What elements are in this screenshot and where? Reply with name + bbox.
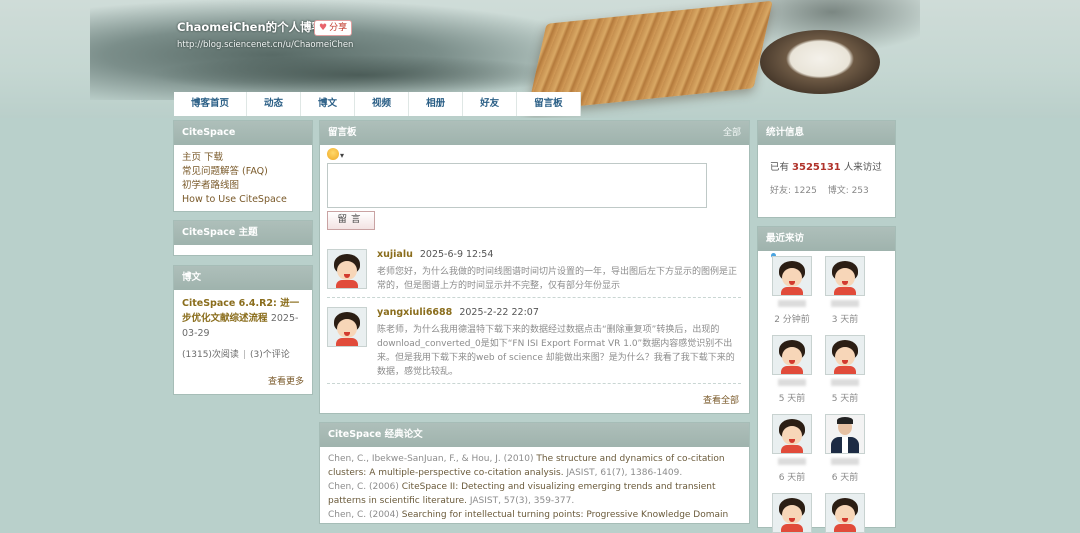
posts-panel: 博文 CiteSpace 6.4.R2: 进一步优化文献综述流程 2025-03… [173,265,313,395]
nav-videos[interactable]: 视频 [355,92,410,116]
avatar[interactable] [772,335,812,375]
citespace-theme-panel: CiteSpace 主题 [173,220,313,256]
visitor-time: 6 天前 [831,473,859,483]
see-more-link[interactable]: 查看更多 [182,374,304,387]
stats-panel-title: 统计信息 [758,121,895,145]
blog-url[interactable]: http://blog.sciencenet.cn/u/ChaomeiChen [177,40,353,50]
paper-title-link[interactable]: Searching for intellectual turning point… [402,510,728,520]
header-inkstone-art [760,30,880,94]
friend-post-counts: 好友: 1225 博文: 253 [770,183,887,196]
post-read-count: (1315)次阅读 [182,350,239,360]
visit-count: 3525131 [792,162,841,173]
visitor-item[interactable]: 2 分钟前 [772,256,812,325]
avatar[interactable] [825,493,865,533]
visitor-item[interactable]: 6 天前 [825,414,865,483]
stats-panel: 统计信息 已有 3525131 人来访过 好友: 1225 博文: 253 [757,120,896,218]
share-label: 分享 [329,23,348,33]
citespace-theme-title: CiteSpace 主题 [174,221,312,245]
post-comment-count[interactable]: (3)个评论 [250,350,290,360]
classic-papers-title: CiteSpace 经典论文 [320,423,749,447]
post-count: 博文: 253 [827,186,869,196]
visitor-item[interactable]: 5 天前 [825,335,865,404]
avatar[interactable] [825,414,865,454]
comment-item: yangxiuli6688 2025-2-22 22:07 陈老师，为什么我用德… [327,307,741,384]
avatar[interactable] [825,335,865,375]
visitor-name-blurred [778,379,806,386]
visitor-item[interactable] [825,493,865,533]
nav-friends[interactable]: 好友 [463,92,518,116]
citespace-link-faq[interactable]: 常见问题解答 (FAQ) [182,165,304,179]
nav-posts[interactable]: 博文 [301,92,356,116]
citespace-link-home[interactable]: 主页 下载 [182,151,304,165]
post-entry: CiteSpace 6.4.R2: 进一步优化文献综述流程 2025-03-29 [182,296,304,341]
visitor-name-blurred [778,458,806,465]
citespace-link-howto[interactable]: How to Use CiteSpace [182,193,304,207]
citespace-link-roadmap[interactable]: 初学者路线图 [182,179,304,193]
smiley-icon[interactable] [327,148,339,160]
comment-meta: xujialu 2025-6-9 12:54 [377,249,493,260]
visitor-name-blurred [831,458,859,465]
visitor-item[interactable]: 6 天前 [772,414,812,483]
comment-text: 陈老师，为什么我用德温特下载下来的数据经过数据点击“删除重复项”转换后，出现的d… [377,325,735,377]
classic-papers-panel: CiteSpace 经典论文 Chen, C., Ibekwe-SanJuan,… [319,422,750,524]
nav-albums[interactable]: 相册 [409,92,464,116]
avatar[interactable] [772,414,812,454]
visitor-time: 5 天前 [831,394,859,404]
comment-username[interactable]: yangxiuli6688 [377,307,452,318]
header-mist-art [150,55,570,95]
citespace-panel-title: CiteSpace [174,121,312,145]
paper-source: JASIST, 57(3), 359-377. [467,496,575,506]
blog-title[interactable]: ChaomeiChen的个人博客 [177,19,323,35]
posts-panel-title: 博文 [174,266,312,290]
divider: | [242,350,246,360]
avatar[interactable] [327,307,367,347]
heart-icon: ♥ [319,23,328,33]
view-all-link[interactable]: 查看全部 [703,393,739,406]
visitor-item[interactable]: 5 天前 [772,335,812,404]
comment-time: 2025-6-9 12:54 [419,249,494,260]
visit-count-line: 已有 3525131 人来访过 [770,159,887,173]
visitor-item[interactable] [772,493,812,533]
comment-meta: yangxiuli6688 2025-2-22 22:07 [377,307,539,318]
recent-visitors-title: 最近来访 [758,227,895,251]
visitor-time: 6 天前 [778,473,806,483]
visitor-name-blurred [831,300,859,307]
guestbook-message-input[interactable] [327,163,707,208]
share-button[interactable]: ♥ 分享 [314,20,353,36]
visitor-time: 2 分钟前 [774,315,810,325]
comment-username[interactable]: xujialu [377,249,413,260]
paper-source: JASIST, 61(7), 1386-1409. [563,468,683,478]
visitor-name-blurred [831,379,859,386]
nav-activity[interactable]: 动态 [247,92,302,116]
visit-suffix: 人来访过 [840,162,882,173]
avatar[interactable] [327,249,367,289]
paper-item: Chen, C., Ibekwe-SanJuan, F., & Hou, J. … [328,452,741,480]
guestbook-all-link[interactable]: 全部 [723,121,741,145]
visitor-name-blurred [778,300,806,307]
nav-guestbook[interactable]: 留言板 [517,92,581,116]
avatar[interactable] [825,256,865,296]
paper-authors: Chen, C. (2004) [328,510,402,520]
comment-time: 2025-2-22 22:07 [459,307,539,318]
chevron-down-icon[interactable]: ▾ [340,152,344,160]
avatar[interactable] [772,493,812,533]
guestbook-submit-button[interactable]: 留言 [327,211,375,230]
visitor-time: 3 天前 [831,315,859,325]
friend-count: 好友: 1225 [770,186,817,196]
visitor-time: 5 天前 [778,394,806,404]
post-stats: (1315)次阅读 | (3)个评论 [182,347,304,360]
paper-item: Chen, C. (2004) Searching for intellectu… [328,508,741,522]
paper-authors: Chen, C., Ibekwe-SanJuan, F., & Hou, J. … [328,454,537,464]
nav-home[interactable]: 博客首页 [174,92,248,116]
paper-item: Chen, C. (2006) CiteSpace II: Detecting … [328,480,741,508]
paper-authors: Chen, C. (2006) [328,482,402,492]
comment-item: xujialu 2025-6-9 12:54 老师您好，为什么我做的时间线图谱时… [327,249,741,298]
avatar[interactable] [772,256,812,296]
visitor-item[interactable]: 3 天前 [825,256,865,325]
visit-prefix: 已有 [770,162,793,173]
citespace-panel: CiteSpace 主页 下载 常见问题解答 (FAQ) 初学者路线图 How … [173,120,313,212]
guestbook-title: 留言板 [328,127,357,138]
main-nav: 博客首页 动态 博文 视频 相册 好友 留言板 [174,92,581,116]
comment-text: 老师您好，为什么我做的时间线图谱时间切片设置的一年，导出图后左下方显示的图例是正… [377,267,738,291]
